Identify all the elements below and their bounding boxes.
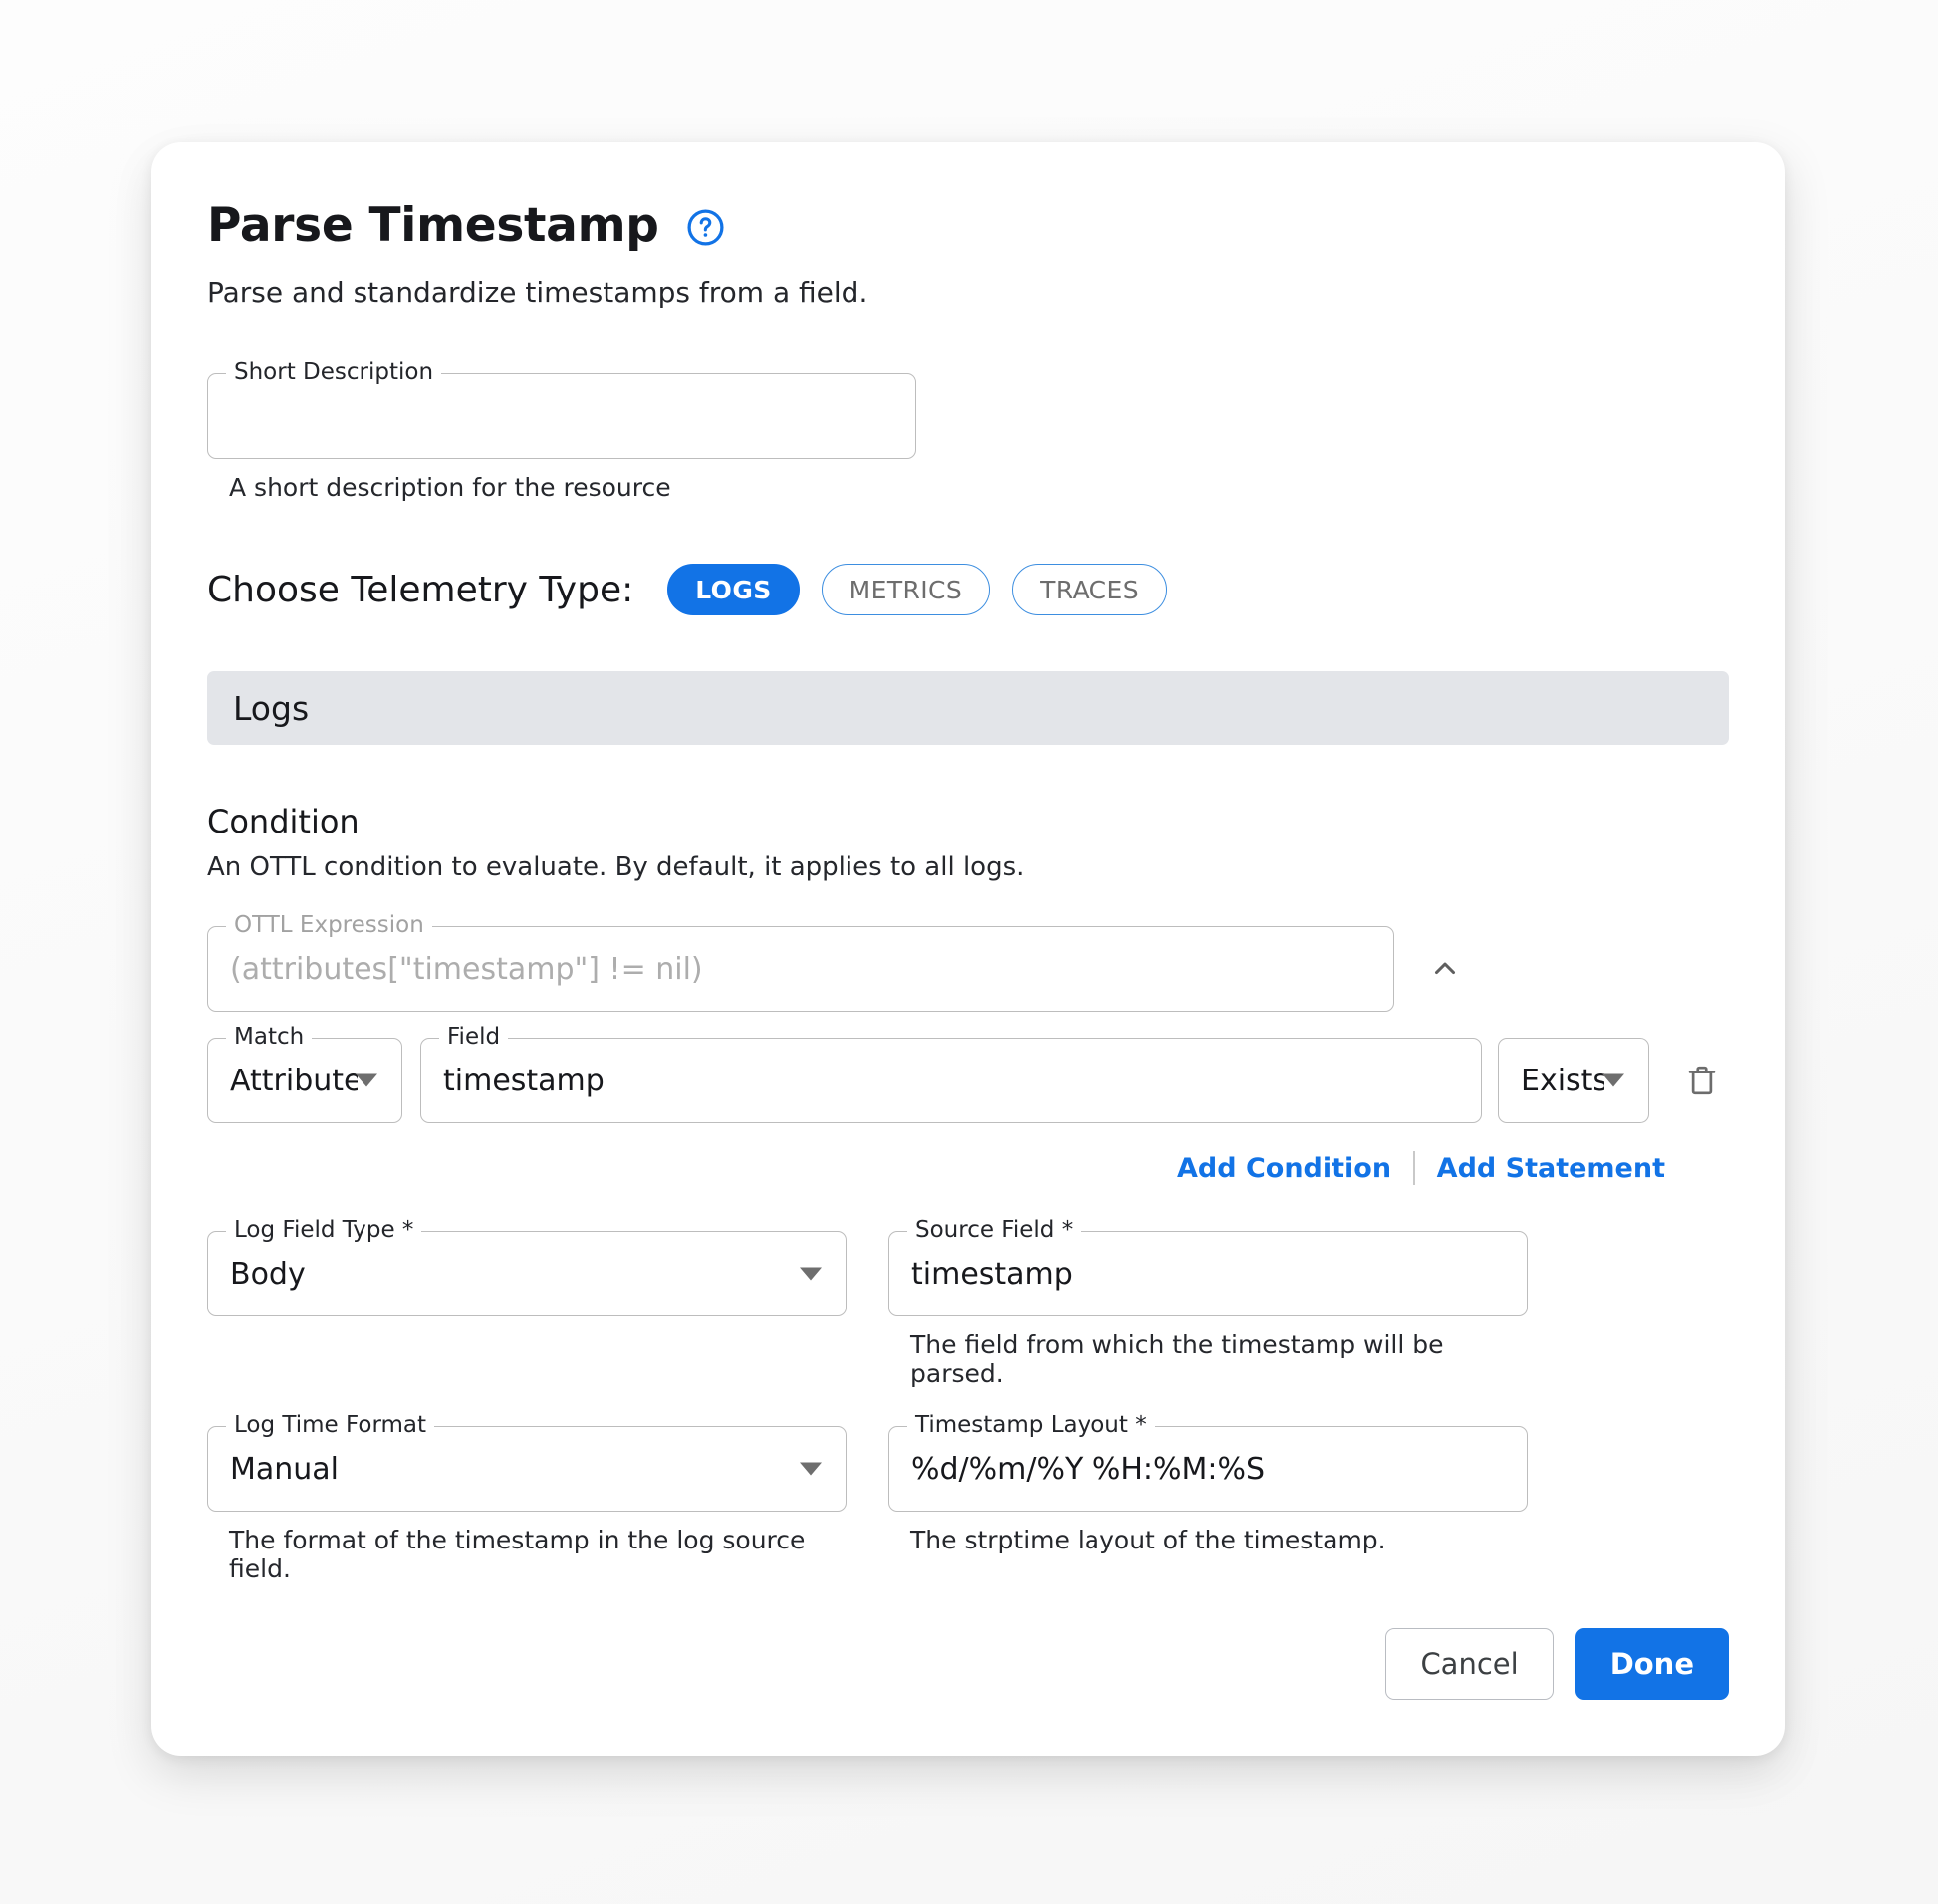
add-statement-link[interactable]: Add Statement	[1437, 1153, 1665, 1184]
source-field-group: Source Field * timestamp The field from …	[888, 1219, 1528, 1388]
log-field-type-select[interactable]: Log Field Type * Body	[207, 1219, 847, 1316]
timestamp-layout-input[interactable]: Timestamp Layout * %d/%m/%Y %H:%M:%S	[888, 1414, 1528, 1512]
short-description-helper: A short description for the resource	[229, 473, 671, 502]
chevron-down-icon	[1602, 1073, 1624, 1087]
condition-title: Condition	[207, 803, 360, 840]
short-description-input[interactable]: Short Description	[207, 361, 916, 459]
page-title: Parse Timestamp	[207, 198, 659, 253]
help-circle-icon[interactable]	[685, 207, 726, 248]
screen-background: Parse Timestamp Parse and standardize ti…	[0, 0, 1938, 1904]
section-header-logs: Logs	[207, 671, 1729, 745]
ottl-expression-value: (attributes["timestamp"] != nil)	[230, 951, 703, 987]
match-select[interactable]: Match Attributes	[207, 1026, 402, 1123]
log-field-type-value: Body	[230, 1256, 306, 1292]
short-description-group: Short Description A short description fo…	[207, 361, 916, 502]
timestamp-layout-label: Timestamp Layout *	[907, 1414, 1155, 1437]
log-time-format-label: Log Time Format	[226, 1414, 435, 1437]
chevron-down-icon	[800, 1462, 822, 1476]
telemetry-chip-metrics[interactable]: METRICS	[821, 564, 991, 615]
chevron-up-icon[interactable]	[1412, 936, 1478, 1002]
done-button[interactable]: Done	[1575, 1628, 1729, 1700]
timestamp-layout-helper: The strptime layout of the timestamp.	[910, 1526, 1386, 1554]
log-time-format-helper: The format of the timestamp in the log s…	[229, 1526, 806, 1583]
chevron-down-icon	[356, 1073, 377, 1087]
log-time-format-group: Log Time Format Manual The format of the…	[207, 1414, 847, 1583]
trash-icon[interactable]	[1675, 1050, 1729, 1111]
ottl-expression-input[interactable]: OTTL Expression (attributes["timestamp"]…	[207, 914, 1394, 1012]
condition-row: Match Attributes Field timestamp Exists	[207, 1026, 1729, 1123]
source-field-value: timestamp	[911, 1256, 1073, 1292]
dialog-subtitle: Parse and standardize timestamps from a …	[207, 276, 868, 309]
timestamp-layout-group: Timestamp Layout * %d/%m/%Y %H:%M:%S The…	[888, 1414, 1528, 1583]
chevron-down-icon	[800, 1267, 822, 1281]
section-header-label: Logs	[233, 688, 310, 728]
telemetry-type-label: Choose Telemetry Type:	[207, 569, 634, 610]
log-time-format-value: Manual	[230, 1451, 340, 1487]
dialog-footer: Cancel Done	[1385, 1628, 1729, 1700]
telemetry-chip-logs[interactable]: LOGS	[667, 564, 800, 615]
source-field-label: Source Field *	[907, 1219, 1082, 1242]
source-field-input[interactable]: Source Field * timestamp	[888, 1219, 1528, 1316]
dialog-header: Parse Timestamp	[207, 202, 1729, 249]
telemetry-chip-traces[interactable]: TRACES	[1012, 564, 1167, 615]
telemetry-type-selector: Choose Telemetry Type: LOGS METRICS TRAC…	[207, 564, 1729, 615]
cancel-button[interactable]: Cancel	[1385, 1628, 1554, 1700]
operator-select[interactable]: Exists	[1498, 1038, 1649, 1123]
parse-settings-grid: Log Field Type * Body Source Field * tim…	[207, 1219, 1729, 1583]
ottl-expression-row: OTTL Expression (attributes["timestamp"]…	[207, 914, 1729, 1012]
field-input[interactable]: Field timestamp	[420, 1026, 1482, 1123]
log-time-format-select[interactable]: Log Time Format Manual	[207, 1414, 847, 1512]
log-field-type-label: Log Field Type *	[226, 1219, 422, 1242]
timestamp-layout-value: %d/%m/%Y %H:%M:%S	[911, 1451, 1266, 1487]
link-divider	[1413, 1151, 1415, 1185]
field-value: timestamp	[443, 1063, 605, 1098]
field-label: Field	[439, 1026, 509, 1049]
match-value: Attributes	[230, 1063, 358, 1098]
condition-description: An OTTL condition to evaluate. By defaul…	[207, 852, 1025, 882]
parse-timestamp-dialog: Parse Timestamp Parse and standardize ti…	[151, 142, 1785, 1756]
operator-value: Exists	[1521, 1063, 1604, 1098]
short-description-label: Short Description	[226, 361, 442, 384]
source-field-helper: The field from which the timestamp will …	[910, 1330, 1444, 1388]
condition-actions: Add Condition Add Statement	[207, 1151, 1729, 1185]
add-condition-link[interactable]: Add Condition	[1177, 1153, 1391, 1184]
ottl-expression-label: OTTL Expression	[226, 914, 432, 937]
match-label: Match	[226, 1026, 313, 1049]
log-field-type-group: Log Field Type * Body	[207, 1219, 847, 1388]
